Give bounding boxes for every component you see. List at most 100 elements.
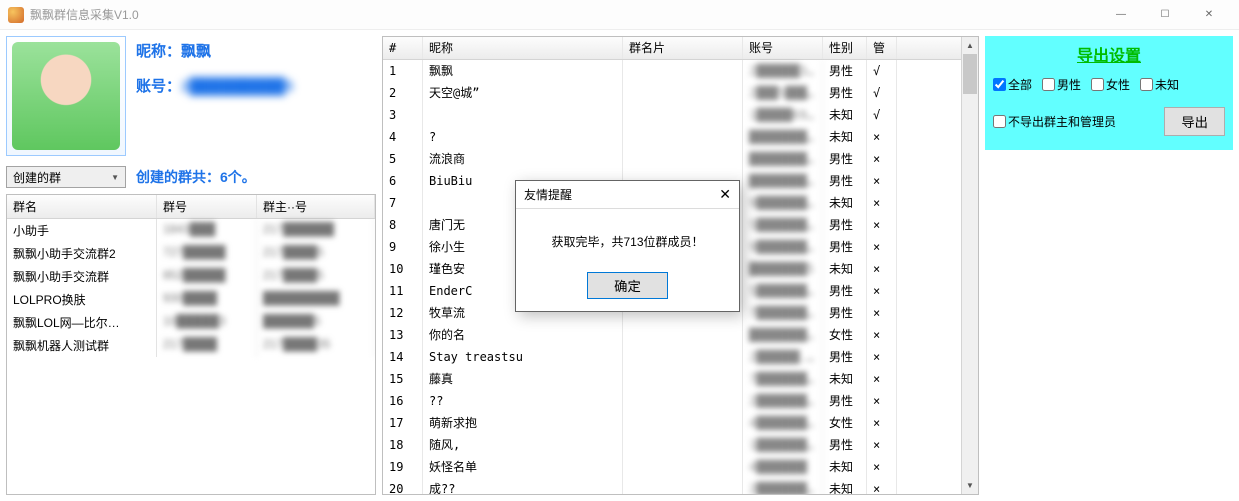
member-admin: × xyxy=(867,236,897,258)
table-row[interactable]: 2天空@城”2███5███32男性√ xyxy=(383,82,961,104)
member-nick: 妖怪名单 xyxy=(423,456,623,478)
table-row[interactable]: 16??2███████72男性× xyxy=(383,390,961,412)
table-row[interactable]: 20成??2███████.575未知× xyxy=(383,478,961,494)
member-sex: 女性 xyxy=(823,412,867,434)
member-card xyxy=(623,324,743,346)
table-row[interactable]: 19妖怪名单4███████未知× xyxy=(383,456,961,478)
member-acct: ████████.549 xyxy=(743,148,823,170)
member-idx: 2 xyxy=(383,82,423,104)
member-acct: 5███████923 xyxy=(743,280,823,302)
member-idx: 18 xyxy=(383,434,423,456)
group-type-select[interactable]: 创建的群 ▼ xyxy=(6,166,126,188)
table-row[interactable]: 14Stay treastsu2██████.169男性× xyxy=(383,346,961,368)
scroll-thumb[interactable] xyxy=(963,54,977,94)
group-id: 1843███ xyxy=(157,219,257,242)
member-idx: 12 xyxy=(383,302,423,324)
member-scrollbar[interactable]: ▲ ▼ xyxy=(961,37,978,494)
member-col-admin[interactable]: 管 xyxy=(867,37,897,59)
member-nick: ? xyxy=(423,126,623,148)
chk-exclude-admin[interactable]: 不导出群主和管理员 xyxy=(993,113,1116,130)
table-row[interactable]: 4? ████████158未知× xyxy=(383,126,961,148)
table-row[interactable]: 5流浪商████████.549男性× xyxy=(383,148,961,170)
export-title: 导出设置 xyxy=(993,42,1225,66)
nickname-value: 飘飘 xyxy=(181,43,211,60)
member-admin: × xyxy=(867,434,897,456)
alert-dialog: 友情提醒 ✕ 获取完毕，共713位群成员！ 确定 xyxy=(515,180,740,312)
maximize-button[interactable]: ☐ xyxy=(1143,0,1187,30)
minimize-button[interactable]: — xyxy=(1099,0,1143,30)
member-col-card[interactable]: 群名片 xyxy=(623,37,743,59)
member-nick: ?? xyxy=(423,390,623,412)
member-sex: 男性 xyxy=(823,82,867,104)
chk-male[interactable]: 男性 xyxy=(1042,76,1081,93)
group-col-id[interactable]: 群号 xyxy=(157,195,257,218)
chevron-down-icon: ▼ xyxy=(111,173,119,182)
member-acct: 2███████72 xyxy=(743,390,823,412)
member-acct: 1█████6983 xyxy=(743,104,823,126)
table-row[interactable]: LOLPRO换肤930█████████████ xyxy=(7,288,375,311)
dialog-ok-button[interactable]: 确定 xyxy=(587,272,668,299)
group-table[interactable]: 群名 群号 群主··号 小助手1843███217██████飘飘小助手交流群2… xyxy=(6,194,376,495)
member-col-sex[interactable]: 性别 xyxy=(823,37,867,59)
member-idx: 5 xyxy=(383,148,423,170)
member-acct: 1███████5688 xyxy=(743,434,823,456)
table-row[interactable]: 飘飘小助手交流群2727█████217████5 xyxy=(7,242,375,265)
table-row[interactable]: 1飘飘2██████355男性√ xyxy=(383,60,961,82)
dialog-close-icon[interactable]: ✕ xyxy=(719,186,731,203)
member-col-idx[interactable]: # xyxy=(383,37,423,59)
group-name: LOLPRO换肤 xyxy=(7,288,157,311)
member-admin: × xyxy=(867,214,897,236)
group-name: 飘飘机器人测试群 xyxy=(7,334,157,357)
member-admin: × xyxy=(867,346,897,368)
member-col-acct[interactable]: 账号 xyxy=(743,37,823,59)
member-card xyxy=(623,148,743,170)
table-row[interactable]: 13你的名████████7884女性× xyxy=(383,324,961,346)
chk-all[interactable]: 全部 xyxy=(993,76,1032,93)
group-name: 飘飘小助手交流群2 xyxy=(7,242,157,265)
member-sex: 未知 xyxy=(823,192,867,214)
member-sex: 女性 xyxy=(823,324,867,346)
member-card xyxy=(623,368,743,390)
table-row[interactable]: 飘飘LOL网—比尔…10█████3██████5 xyxy=(7,311,375,334)
scroll-track[interactable] xyxy=(962,54,978,477)
member-idx: 17 xyxy=(383,412,423,434)
dialog-message: 获取完毕，共713位群成员！ xyxy=(516,209,739,262)
member-col-nick[interactable]: 昵称 xyxy=(423,37,623,59)
export-button[interactable]: 导出 xyxy=(1164,107,1225,136)
group-col-owner[interactable]: 群主··号 xyxy=(257,195,375,218)
group-col-name[interactable]: 群名 xyxy=(7,195,157,218)
group-count-label: 创建的群共：6个。 xyxy=(136,167,256,187)
chk-female[interactable]: 女性 xyxy=(1091,76,1130,93)
chk-unknown[interactable]: 未知 xyxy=(1140,76,1179,93)
member-admin: √ xyxy=(867,104,897,126)
member-sex: 男性 xyxy=(823,236,867,258)
member-idx: 11 xyxy=(383,280,423,302)
member-idx: 4 xyxy=(383,126,423,148)
table-row[interactable]: 飘飘小助手交流群852█████217████5 xyxy=(7,265,375,288)
member-card xyxy=(623,412,743,434)
group-name: 小助手 xyxy=(7,219,157,242)
scroll-up-icon[interactable]: ▲ xyxy=(962,37,978,54)
member-nick: Stay treastsu xyxy=(423,346,623,368)
member-nick: 随风, xyxy=(423,434,623,456)
table-row[interactable]: 18随风,1███████5688男性× xyxy=(383,434,961,456)
close-button[interactable]: ✕ xyxy=(1187,0,1231,30)
member-nick: 飘飘 xyxy=(423,60,623,82)
table-row[interactable]: 17萌新求抱4███████372女性× xyxy=(383,412,961,434)
member-sex: 未知 xyxy=(823,456,867,478)
member-acct: ████████158 xyxy=(743,126,823,148)
account-label: 账号： xyxy=(136,78,181,95)
member-sex: 男性 xyxy=(823,390,867,412)
table-row[interactable]: 31█████6983未知√ xyxy=(383,104,961,126)
member-admin: × xyxy=(867,192,897,214)
member-idx: 7 xyxy=(383,192,423,214)
scroll-down-icon[interactable]: ▼ xyxy=(962,477,978,494)
member-acct: 4███████ xyxy=(743,456,823,478)
table-row[interactable]: 15藤真7███████646未知× xyxy=(383,368,961,390)
table-row[interactable]: 飘飘机器人测试群217████217████35 xyxy=(7,334,375,357)
group-owner: 217██████ xyxy=(257,219,375,242)
table-row[interactable]: 小助手1843███217██████ xyxy=(7,219,375,242)
group-owner: █████████ xyxy=(257,288,375,311)
member-acct: 2██████.169 xyxy=(743,346,823,368)
group-owner: 217████5 xyxy=(257,242,375,265)
